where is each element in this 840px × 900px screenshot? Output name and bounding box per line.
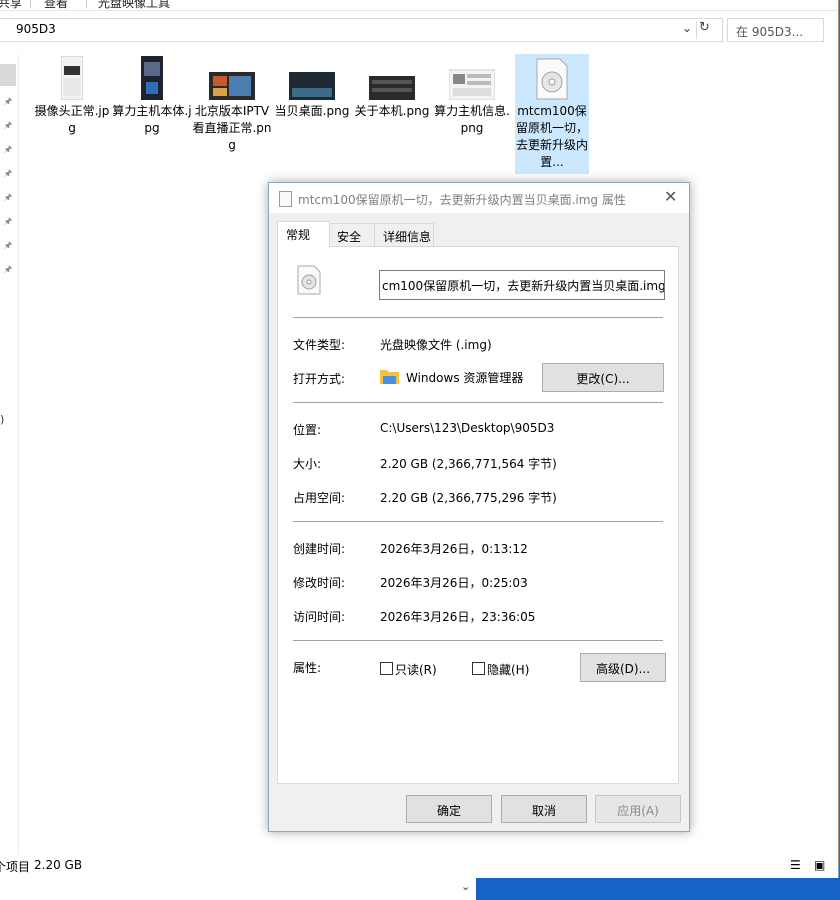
search-input[interactable]: 在 905D3... (727, 18, 824, 42)
image-thumbnail-icon (449, 69, 495, 100)
address-bar[interactable]: 905D3 ⌄ ↻ (0, 18, 723, 42)
created-label: 创建时间: (293, 542, 346, 556)
disk-size-label: 占用空间: (293, 491, 346, 505)
ribbon-tab-disc-tools[interactable]: 光盘映像工具 (98, 0, 170, 10)
advanced-button-label: 高级(D)... (595, 662, 651, 676)
image-thumbnail-icon (369, 76, 415, 100)
file-item[interactable]: 摄像头正常.jpg (32, 56, 112, 137)
thumbnail-view-icon[interactable]: ▣ (814, 858, 825, 872)
dialog-titlebar[interactable]: mtcm100保留原机一切，去更新升级内置当贝桌面.img 属性 ✕ (269, 183, 689, 213)
size-value: 2.20 GB (2,366,771,564 字节) (380, 457, 557, 471)
ok-button-label: 确定 (436, 804, 461, 818)
image-thumbnail-icon (141, 56, 163, 100)
pin-icon: 🖈 (4, 265, 13, 275)
disk-size-value: 2.20 GB (2,366,775,296 字节) (380, 491, 557, 505)
status-bar: 个项目 2.20 GB ☰ ▣ (0, 858, 838, 876)
pin-icon: 🖈 (4, 145, 13, 155)
file-name: 摄像头正常.jpg (34, 104, 110, 135)
taskbar-area: ⌄ (0, 878, 840, 900)
dialog-title: mtcm100保留原机一切，去更新升级内置当贝桌面.img 属性 (298, 193, 626, 207)
tab-general-label: 常规 (286, 228, 311, 242)
open-with-value: Windows 资源管理器 (406, 371, 524, 385)
tab-details[interactable]: 详细信息 (374, 223, 434, 246)
tab-security-label: 安全 (337, 230, 362, 244)
disc-image-icon (536, 58, 568, 100)
ribbon-tab-view[interactable]: 查看 (44, 0, 68, 10)
file-item[interactable]: 关于本机.png (352, 56, 432, 120)
file-item[interactable]: 算力主机本体.jpg (112, 56, 192, 137)
modified-value: 2026年3月26日，0:25:03 (380, 576, 528, 590)
file-name: 北京版本IPTV看直播正常.png (192, 104, 272, 152)
disc-image-icon (297, 265, 321, 295)
ok-button[interactable]: 确定 (406, 795, 492, 823)
change-button[interactable]: 更改(C)... (542, 363, 664, 392)
file-item[interactable]: 当贝桌面.png (272, 56, 352, 120)
pin-icon: 🖈 (4, 169, 13, 179)
modified-label: 修改时间: (293, 576, 346, 590)
pin-icon: 🖈 (4, 193, 13, 203)
ribbon-tab-share[interactable]: 共享 (0, 0, 22, 10)
search-placeholder: 在 905D3... (736, 25, 804, 39)
image-thumbnail-icon (289, 72, 335, 100)
details-view-icon[interactable]: ☰ (790, 858, 801, 872)
pin-icon: 🖈 (4, 121, 13, 131)
accessed-label: 访问时间: (293, 610, 346, 624)
created-value: 2026年3月26日，0:13:12 (380, 542, 528, 556)
readonly-label: 只读(R) (395, 663, 437, 677)
open-with-label: 打开方式: (293, 372, 346, 386)
close-icon[interactable]: ✕ (664, 187, 677, 206)
general-panel: cm100保留原机一切，去更新升级内置当贝桌面.img 文件类型: 光盘映像文件… (277, 246, 679, 784)
ribbon-tabs: 共享 查看 光盘映像工具 (0, 0, 838, 11)
location-value: C:\Users\123\Desktop\905D3 (380, 421, 555, 435)
location-label: 位置: (293, 423, 322, 437)
desktop-background (476, 878, 840, 900)
status-size: 2.20 GB (34, 858, 83, 872)
properties-dialog: mtcm100保留原机一切，去更新升级内置当贝桌面.img 属性 ✕ 常规 安全… (268, 182, 690, 832)
size-label: 大小: (293, 457, 322, 471)
chevron-down-icon[interactable]: ⌄ (461, 880, 470, 893)
file-name: mtcm100保留原机一切，去更新升级内置... (516, 104, 589, 169)
nav-fragment: ) (0, 413, 5, 426)
cancel-button-label: 取消 (531, 804, 556, 818)
file-item-selected[interactable]: mtcm100保留原机一切，去更新升级内置... (512, 58, 592, 171)
refresh-icon[interactable]: ↻ (699, 20, 710, 35)
image-thumbnail-icon (209, 72, 255, 100)
cancel-button[interactable]: 取消 (501, 795, 587, 823)
hidden-label: 隐藏(H) (487, 663, 530, 677)
file-name: 当贝桌面.png (274, 104, 350, 118)
accessed-value: 2026年3月26日，23:36:05 (380, 610, 536, 624)
apply-button-label: 应用(A) (617, 804, 659, 818)
status-items: 个项目 (0, 860, 31, 874)
nav-selected-item[interactable] (0, 64, 16, 86)
file-icon (279, 191, 292, 207)
type-value: 光盘映像文件 (.img) (380, 338, 492, 352)
change-button-label: 更改(C)... (576, 372, 630, 386)
pin-icon: 🖈 (4, 241, 13, 251)
advanced-button[interactable]: 高级(D)... (580, 653, 666, 682)
file-name: 关于本机.png (354, 104, 430, 118)
address-path[interactable]: 905D3 (16, 22, 56, 36)
tab-security[interactable]: 安全 (328, 223, 376, 246)
image-thumbnail-icon (61, 56, 83, 100)
filename-input[interactable]: cm100保留原机一切，去更新升级内置当贝桌面.img (379, 270, 665, 300)
tab-general[interactable]: 常规 (277, 221, 330, 248)
pin-icon: 🖈 (4, 97, 13, 107)
tab-details-label: 详细信息 (383, 230, 432, 244)
file-item[interactable]: 北京版本IPTV看直播正常.png (192, 56, 272, 154)
file-name: 算力主机本体.jpg (112, 104, 192, 135)
file-item[interactable]: 算力主机信息.png (432, 56, 512, 137)
type-label: 文件类型: (293, 338, 346, 352)
chevron-down-icon[interactable]: ⌄ (682, 21, 692, 35)
folder-icon (380, 370, 399, 384)
filename-value: cm100保留原机一切，去更新升级内置当贝桌面.img (382, 279, 665, 293)
attributes-label: 属性: (293, 661, 322, 675)
pin-icon: 🖈 (4, 217, 13, 227)
hidden-checkbox[interactable] (472, 662, 485, 675)
file-name: 算力主机信息.png (434, 104, 510, 135)
apply-button[interactable]: 应用(A) (595, 795, 681, 823)
readonly-checkbox[interactable] (380, 662, 393, 675)
